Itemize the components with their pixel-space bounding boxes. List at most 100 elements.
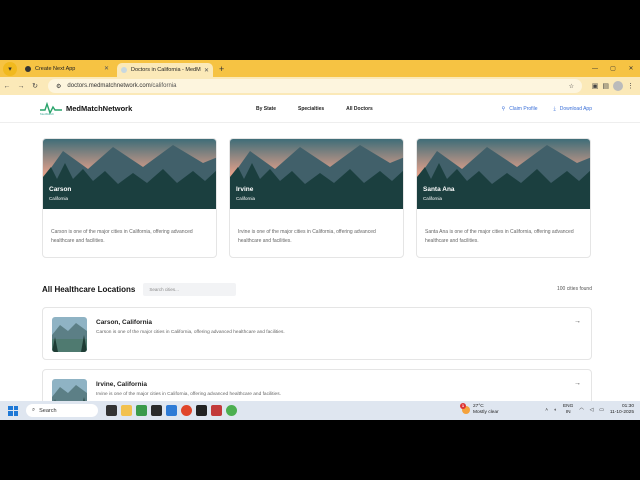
- url-path: /california: [150, 83, 177, 89]
- sun-icon: 1: [460, 403, 470, 414]
- download-app-label: Download App: [559, 106, 592, 112]
- claim-profile-link[interactable]: ⚲ Claim Profile: [502, 106, 538, 112]
- app-icon[interactable]: [166, 405, 177, 416]
- weather-desc: Mostly clear: [473, 410, 499, 415]
- featured-cities: Carson California Carson is one of the m…: [42, 138, 592, 258]
- task-view-icon[interactable]: [106, 405, 117, 416]
- tray-icon[interactable]: ◐: [554, 408, 557, 413]
- close-window-icon[interactable]: ✕: [622, 65, 640, 72]
- city-card-description: Carson is one of the major cities in Cal…: [51, 229, 193, 244]
- chevron-up-icon[interactable]: ˄: [545, 408, 548, 413]
- city-card-subtitle: California: [423, 196, 443, 201]
- city-card-subtitle: California: [236, 196, 256, 201]
- site-header: MedMatch MedMatchNetwork By State Specia…: [0, 95, 640, 123]
- cities-count: 100 cities found: [556, 286, 592, 292]
- close-icon[interactable]: ✕: [204, 67, 209, 74]
- app-icon[interactable]: [151, 405, 162, 416]
- lang-secondary: IN: [565, 410, 571, 415]
- location-title: Carson, California: [96, 319, 152, 326]
- chrome-menu-icon[interactable]: ▾: [3, 61, 17, 76]
- screen: ▾ Create Next App ✕ Doctors in Californi…: [0, 60, 640, 420]
- battery-icon[interactable]: ▭: [599, 408, 604, 413]
- system-tray: ˄ ◐ ENG IN ◠ ◁ ▭ 01:30 11-10-2025: [545, 404, 634, 416]
- section-title: All Healthcare Locations: [42, 284, 136, 294]
- url-host: doctors.medmatchnetwork.com: [67, 83, 151, 89]
- arrow-right-icon[interactable]: →: [574, 318, 581, 325]
- app-icon[interactable]: [196, 405, 207, 416]
- maximize-icon[interactable]: ▢: [604, 65, 622, 72]
- nav-by-state[interactable]: By State: [256, 106, 276, 112]
- city-card[interactable]: Irvine California Irvine is one of the m…: [229, 138, 404, 258]
- windows-start-icon[interactable]: [8, 405, 18, 416]
- tab-doctors-california[interactable]: Doctors in California - MedM ✕: [117, 63, 213, 77]
- date: 11-10-2025: [609, 410, 634, 415]
- city-image: Irvine California: [230, 139, 403, 209]
- kebab-menu-icon[interactable]: ⋮: [627, 82, 634, 90]
- address-bar[interactable]: ⚙ doctors.medmatchnetwork.com/california…: [48, 79, 582, 93]
- browser-toolbar: ← → ↻ ⚙ doctors.medmatchnetwork.com/cali…: [0, 77, 640, 95]
- city-card-description: Santa Ana is one of the major cities in …: [425, 229, 574, 244]
- location-item[interactable]: Carson, California Carson is one of the …: [42, 307, 592, 360]
- location-description: Irvine is one of the major cities in Cal…: [96, 392, 281, 397]
- back-icon[interactable]: ←: [0, 83, 14, 90]
- tab-favicon-icon: [25, 65, 31, 72]
- bookmark-star-icon[interactable]: ☆: [569, 83, 574, 90]
- city-card-title: Irvine: [236, 186, 254, 193]
- new-tab-icon[interactable]: +: [219, 64, 224, 74]
- logo-text: MedMatchNetwork: [66, 103, 133, 113]
- tab-title: Create Next App: [35, 65, 76, 72]
- city-card-title: Santa Ana: [423, 186, 455, 193]
- claim-icon: ⚲: [501, 106, 506, 112]
- taskbar: ⌕ Search 1 27°C Mostly clear ˄ ◐ ENG IN …: [0, 401, 640, 420]
- city-card-description: Irvine is one of the major cities in Cal…: [238, 229, 376, 244]
- minimize-icon[interactable]: —: [586, 66, 604, 72]
- arrow-right-icon[interactable]: →: [574, 380, 581, 387]
- header-actions: ⚲ Claim Profile ⤓ Download App: [502, 106, 592, 112]
- language-indicator[interactable]: ENG IN: [563, 404, 573, 416]
- taskbar-search[interactable]: ⌕ Search: [26, 404, 98, 417]
- logo[interactable]: MedMatch MedMatchNetwork: [40, 101, 133, 116]
- chrome-icon[interactable]: [226, 405, 237, 416]
- city-search-input[interactable]: Search cities...: [143, 282, 237, 296]
- clock[interactable]: 01:30 11-10-2025: [610, 404, 634, 416]
- close-icon[interactable]: ✕: [104, 65, 109, 72]
- city-image: Santa Ana California: [417, 139, 590, 209]
- side-panel-icon[interactable]: ▤: [602, 82, 609, 90]
- file-explorer-icon[interactable]: [121, 405, 132, 416]
- locations-header: All Healthcare Locations Search cities..…: [42, 282, 592, 296]
- city-card-title: Carson: [49, 186, 72, 193]
- download-icon: ⤓: [553, 106, 556, 112]
- taskbar-search-label: Search: [39, 407, 57, 414]
- weather-widget[interactable]: 1 27°C Mostly clear: [460, 403, 499, 416]
- app-icon[interactable]: [211, 405, 222, 416]
- tab-favicon-icon: [121, 67, 127, 73]
- nav-specialties[interactable]: Specialties: [298, 106, 324, 112]
- profile-icon[interactable]: [613, 81, 623, 91]
- app-icon[interactable]: [136, 405, 147, 416]
- city-card[interactable]: Carson California Carson is one of the m…: [42, 138, 217, 258]
- location-title: Irvine, California: [96, 381, 147, 388]
- taskbar-apps: [106, 405, 237, 416]
- city-image: Carson California: [43, 139, 216, 209]
- wifi-icon[interactable]: ◠: [579, 408, 583, 413]
- logo-subtext: MedMatch: [40, 112, 55, 116]
- city-card[interactable]: Santa Ana California Santa Ana is one of…: [416, 138, 591, 258]
- logo-mark-icon: MedMatch: [40, 101, 62, 116]
- tab-create-next-app[interactable]: Create Next App ✕: [21, 62, 113, 76]
- nav-all-doctors[interactable]: All Doctors: [346, 106, 373, 112]
- weather-badge: 1: [460, 403, 466, 409]
- reload-icon[interactable]: ↻: [28, 82, 42, 90]
- forward-icon[interactable]: →: [14, 83, 28, 90]
- site-info-icon[interactable]: ⚙: [56, 83, 61, 90]
- city-card-subtitle: California: [49, 196, 69, 201]
- download-app-link[interactable]: ⤓ Download App: [554, 106, 592, 112]
- search-icon: ⌕: [32, 407, 36, 413]
- volume-icon[interactable]: ◁: [590, 408, 594, 413]
- window-controls: — ▢ ✕: [586, 60, 640, 77]
- chrome-icon[interactable]: [181, 405, 192, 416]
- main-nav: By State Specialties All Doctors: [256, 106, 373, 112]
- location-description: Carson is one of the major cities in Cal…: [96, 330, 285, 335]
- extensions-icon[interactable]: ▣: [592, 82, 599, 90]
- claim-profile-label: Claim Profile: [509, 106, 538, 112]
- location-thumbnail: [52, 317, 87, 352]
